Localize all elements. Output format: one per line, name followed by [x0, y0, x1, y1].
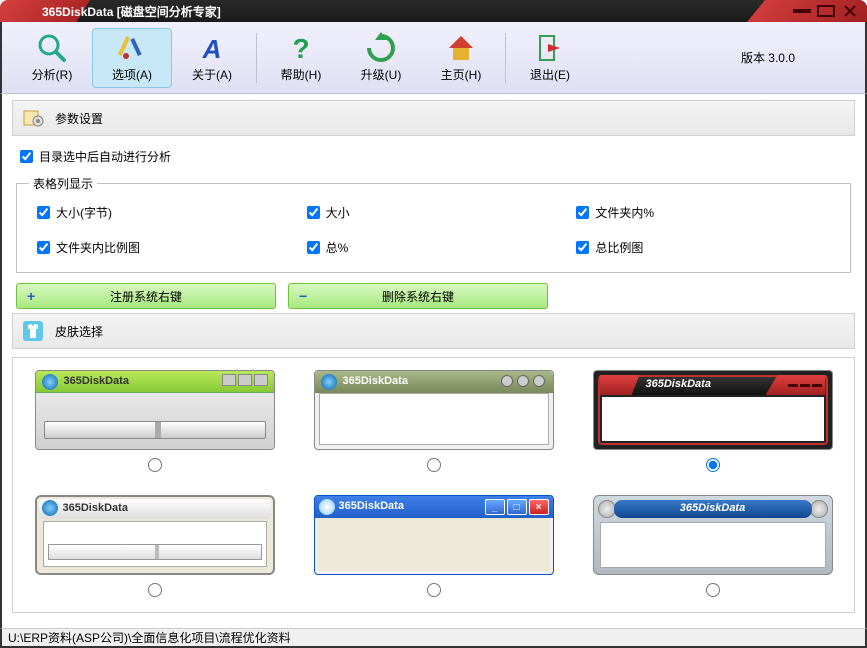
maximize-button[interactable]	[817, 5, 835, 17]
house-icon	[445, 32, 477, 64]
minimize-button[interactable]	[793, 9, 811, 13]
skin-option-1: 365DiskData	[25, 370, 284, 475]
status-path: U:\ERP资料(ASP公司)\全面信息化项目\流程优化资料	[8, 629, 291, 646]
auto-analyze-input[interactable]	[20, 150, 33, 163]
skin-preview-olive[interactable]: 365DiskData	[314, 370, 554, 450]
skin-preview-red[interactable]: 365DiskData	[593, 370, 833, 450]
skin-preview-chrome[interactable]: 365DiskData	[593, 495, 833, 575]
minus-icon: −	[299, 288, 307, 304]
tools-icon	[116, 32, 148, 64]
window-title: 365DiskData [磁盘空间分析专家]	[42, 3, 221, 20]
exit-icon	[534, 32, 566, 64]
plus-icon: +	[27, 288, 35, 304]
titlebar-accent-right	[747, 0, 867, 22]
skin-radio-1[interactable]	[148, 458, 162, 472]
skin-section-title: 皮肤选择	[55, 323, 103, 340]
skin-option-5: 365DiskData _□×	[304, 495, 563, 600]
svg-text:A: A	[202, 34, 222, 64]
fieldset-legend: 表格列显示	[29, 175, 97, 192]
magnifier-icon	[36, 32, 68, 64]
total-ratio-chart-checkbox[interactable]: 总比例图	[568, 235, 838, 260]
params-section-header: 参数设置	[12, 100, 855, 136]
register-context-button[interactable]: + 注册系统右键	[16, 283, 276, 309]
skin-radio-4[interactable]	[148, 583, 162, 597]
about-button[interactable]: A 关于(A)	[172, 28, 252, 88]
folder-pct-checkbox[interactable]: 文件夹内%	[568, 200, 838, 225]
content-area: 参数设置 目录选中后自动进行分析 表格列显示 大小(字节) 大小 文件夹内% 文…	[0, 94, 867, 628]
total-pct-checkbox[interactable]: 总%	[299, 235, 569, 260]
skin-radio-2[interactable]	[427, 458, 441, 472]
version-label: 版本 3.0.0	[741, 49, 795, 66]
skin-option-6: 365DiskData	[583, 495, 842, 600]
skin-preview-xp[interactable]: 365DiskData _□×	[314, 495, 554, 575]
a-letter-icon: A	[196, 32, 228, 64]
button-row: + 注册系统右键 − 删除系统右键	[16, 283, 851, 309]
settings-icon	[21, 106, 45, 130]
refresh-icon	[365, 32, 397, 64]
skin-preview-classic[interactable]: 365DiskData	[35, 495, 275, 575]
size-bytes-checkbox[interactable]: 大小(字节)	[29, 200, 299, 225]
statusbar: U:\ERP资料(ASP公司)\全面信息化项目\流程优化资料	[0, 628, 867, 648]
home-button[interactable]: 主页(H)	[421, 28, 501, 88]
svg-text:?: ?	[292, 33, 309, 64]
toolbar: 分析(R) 选项(A) A 关于(A) ? 帮助(H) 升级(U)	[0, 22, 867, 94]
skin-option-2: 365DiskData	[304, 370, 563, 475]
skin-radio-6[interactable]	[706, 583, 720, 597]
exit-button[interactable]: 退出(E)	[510, 28, 590, 88]
tshirt-icon	[21, 319, 45, 343]
params-section-title: 参数设置	[55, 110, 103, 127]
toolbar-separator	[505, 33, 506, 83]
upgrade-button[interactable]: 升级(U)	[341, 28, 421, 88]
close-button[interactable]	[841, 5, 859, 17]
app-window: 365DiskData [磁盘空间分析专家] 分析(R) 选项(A) A 关于(…	[0, 0, 867, 648]
table-columns-fieldset: 表格列显示 大小(字节) 大小 文件夹内% 文件夹内比例图 总% 总比例图	[16, 175, 851, 273]
skin-section-header: 皮肤选择	[12, 313, 855, 349]
skin-radio-3[interactable]	[706, 458, 720, 472]
auto-analyze-checkbox[interactable]: 目录选中后自动进行分析	[12, 144, 855, 169]
toolbar-separator	[256, 33, 257, 83]
question-icon: ?	[285, 32, 317, 64]
help-button[interactable]: ? 帮助(H)	[261, 28, 341, 88]
skin-grid: 365DiskData 365DiskData	[12, 357, 855, 613]
folder-ratio-chart-checkbox[interactable]: 文件夹内比例图	[29, 235, 299, 260]
size-checkbox[interactable]: 大小	[299, 200, 569, 225]
titlebar: 365DiskData [磁盘空间分析专家]	[0, 0, 867, 22]
skin-preview-green[interactable]: 365DiskData	[35, 370, 275, 450]
skin-option-4: 365DiskData	[25, 495, 284, 600]
skin-option-3: 365DiskData	[583, 370, 842, 475]
skin-radio-5[interactable]	[427, 583, 441, 597]
analyze-button[interactable]: 分析(R)	[12, 28, 92, 88]
options-button[interactable]: 选项(A)	[92, 28, 172, 88]
unregister-context-button[interactable]: − 删除系统右键	[288, 283, 548, 309]
